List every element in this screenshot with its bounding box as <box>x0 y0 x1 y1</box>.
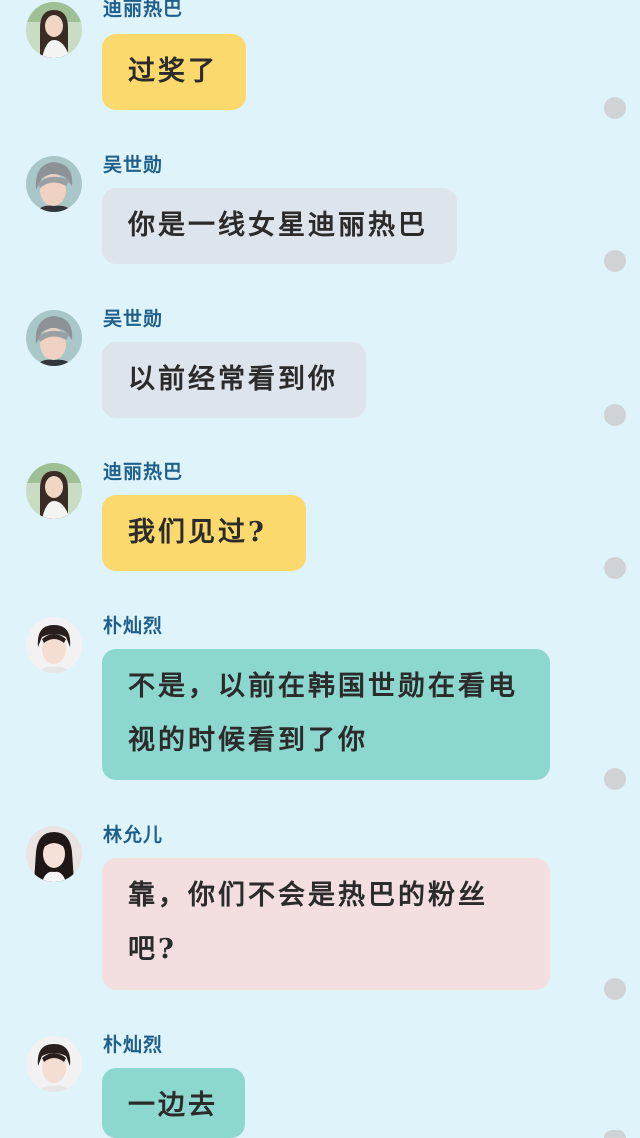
status-dot <box>604 768 626 790</box>
status-dot <box>604 557 626 579</box>
puchanlie-avatar[interactable] <box>26 617 82 673</box>
message-bubble[interactable]: 我们见过? <box>102 495 306 571</box>
sender-name: 迪丽热巴 <box>103 461 184 483</box>
linyuner-avatar[interactable] <box>26 826 82 882</box>
status-dot <box>604 978 626 1000</box>
message-bubble[interactable]: 以前经常看到你 <box>102 342 366 418</box>
sender-name: 林允儿 <box>103 824 164 846</box>
message-bubble[interactable]: 靠，你们不会是热巴的粉丝吧? <box>102 858 550 990</box>
chat-thread: 迪丽热巴 过奖了 吴世勋 你是一线女星迪丽热巴 吴世勋 以前经常看到你 迪丽热巴… <box>0 0 640 1138</box>
puchanlie-avatar[interactable] <box>26 1036 82 1092</box>
status-dot <box>604 1130 626 1138</box>
message-bubble[interactable]: 你是一线女星迪丽热巴 <box>102 188 457 264</box>
status-dot <box>604 97 626 119</box>
status-dot <box>604 250 626 272</box>
sender-name: 吴世勋 <box>103 308 164 330</box>
dilireba-avatar[interactable] <box>26 463 82 519</box>
status-dot <box>604 404 626 426</box>
wushixun-avatar[interactable] <box>26 156 82 212</box>
sender-name: 迪丽热巴 <box>103 0 184 20</box>
dilireba-avatar[interactable] <box>26 2 82 58</box>
sender-name: 朴灿烈 <box>103 1034 164 1056</box>
message-bubble[interactable]: 过奖了 <box>102 34 246 110</box>
message-bubble[interactable]: 不是，以前在韩国世勋在看电视的时候看到了你 <box>102 649 550 780</box>
sender-name: 吴世勋 <box>103 154 164 176</box>
message-bubble[interactable]: 一边去 <box>102 1068 245 1138</box>
sender-name: 朴灿烈 <box>103 615 164 637</box>
wushixun-avatar[interactable] <box>26 310 82 366</box>
